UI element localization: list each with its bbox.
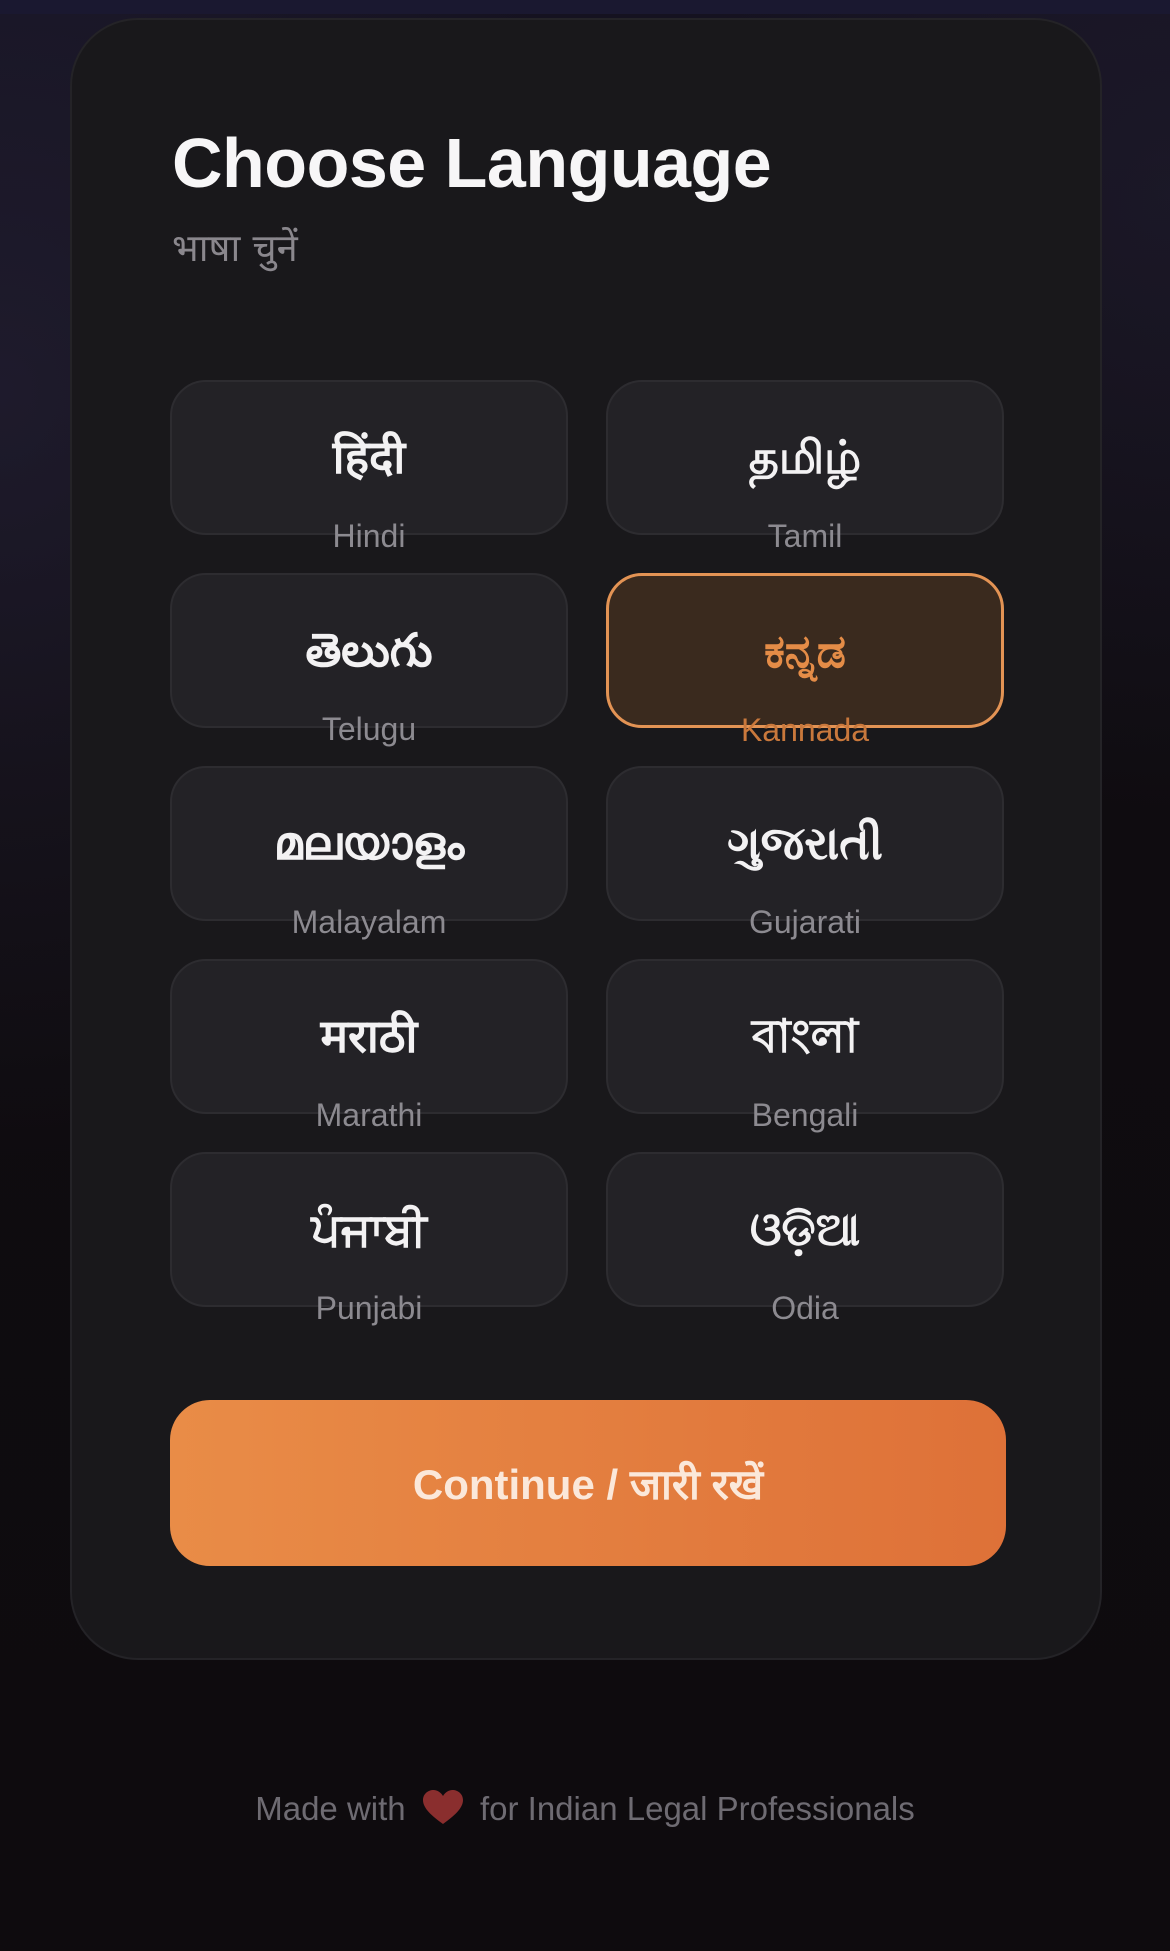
language-option-marathi[interactable]: मराठी Marathi bbox=[170, 959, 568, 1131]
language-option-malayalam[interactable]: മലയാളം Malayalam bbox=[170, 766, 568, 938]
page-title: Choose Language bbox=[172, 124, 772, 202]
language-native-name: தமிழ் bbox=[748, 430, 862, 484]
language-option-bengali[interactable]: বাংলা Bengali bbox=[606, 959, 1004, 1131]
language-native-name: తెలుగు bbox=[305, 623, 433, 677]
language-native-name: हिंदी bbox=[332, 430, 406, 484]
language-option-hindi[interactable]: हिंदी Hindi bbox=[170, 380, 568, 552]
language-native-name: ಕನ್ನಡ bbox=[764, 624, 846, 678]
language-option-telugu[interactable]: తెలుగు Telugu bbox=[170, 573, 568, 745]
language-english-name: Bengali bbox=[751, 1097, 859, 1133]
language-native-name: ਪੰਜਾਬੀ bbox=[311, 1202, 427, 1256]
language-native-name: বাংলা bbox=[751, 1009, 859, 1063]
language-english-name: Malayalam bbox=[291, 904, 447, 940]
language-option-punjabi[interactable]: ਪੰਜਾਬੀ Punjabi bbox=[170, 1152, 568, 1324]
status-bar-strip bbox=[0, 0, 1170, 14]
continue-button[interactable]: Continue / जारी रखें bbox=[170, 1400, 1006, 1566]
language-english-name: Gujarati bbox=[748, 904, 862, 940]
footer-suffix: for Indian Legal Professionals bbox=[479, 1790, 915, 1827]
language-screen: Choose Language भाषा चुनें हिंदी Hindi த… bbox=[0, 0, 1170, 1951]
language-english-name: Hindi bbox=[332, 518, 406, 554]
language-english-name: Marathi bbox=[315, 1097, 423, 1133]
language-native-name: मराठी bbox=[320, 1009, 418, 1063]
language-native-name: മലയാളം bbox=[273, 816, 465, 870]
language-option-kannada[interactable]: ಕನ್ನಡ Kannada bbox=[606, 573, 1004, 746]
language-english-name: Punjabi bbox=[315, 1290, 423, 1326]
language-english-name: Telugu bbox=[321, 711, 417, 747]
language-option-odia[interactable]: ଓଡ଼ିଆ Odia bbox=[606, 1152, 1004, 1324]
language-english-name: Odia bbox=[771, 1290, 839, 1326]
language-native-name: ଓଡ଼ିଆ bbox=[749, 1202, 861, 1256]
footer-text: Made with for Indian Legal Professionals bbox=[0, 1790, 1170, 1828]
language-native-name: ગુજરાતી bbox=[727, 816, 883, 870]
language-english-name: Kannada bbox=[740, 712, 870, 748]
language-option-tamil[interactable]: தமிழ் Tamil bbox=[606, 380, 1004, 552]
language-grid: हिंदी Hindi தமிழ் Tamil తెలుగు Telugu ಕನ… bbox=[170, 380, 1006, 1324]
language-option-gujarati[interactable]: ગુજરાતી Gujarati bbox=[606, 766, 1004, 938]
language-card: Choose Language भाषा चुनें हिंदी Hindi த… bbox=[70, 18, 1102, 1660]
page-subtitle: भाषा चुनें bbox=[172, 226, 298, 270]
heart-icon bbox=[422, 1790, 463, 1826]
footer-prefix: Made with bbox=[255, 1790, 406, 1827]
language-english-name: Tamil bbox=[767, 518, 843, 554]
